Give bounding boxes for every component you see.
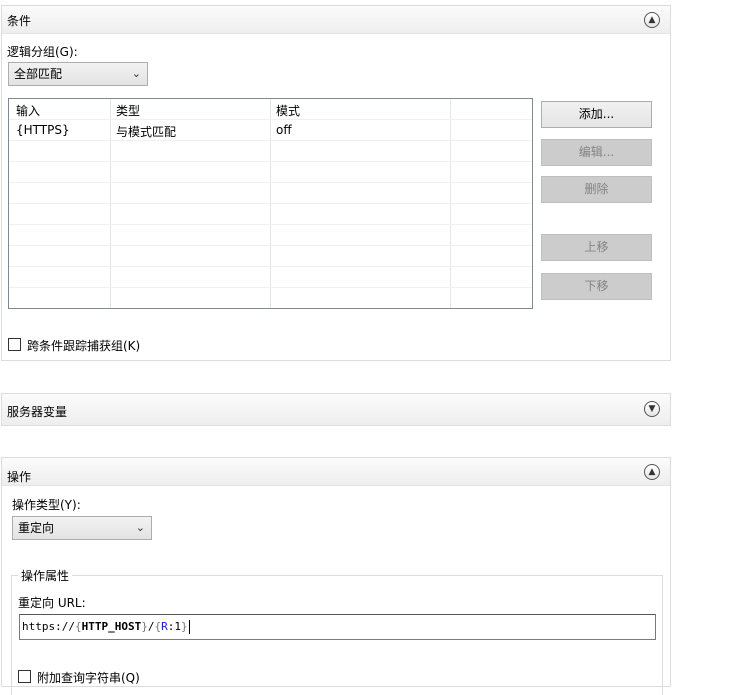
row-type: 与模式匹配: [116, 125, 177, 139]
logic-group-label: 逻辑分组(G):: [7, 45, 78, 59]
url-token: {: [74, 620, 82, 633]
text-caret: [188, 620, 190, 634]
conditions-table[interactable]: 输入 类型 模式 {HTTPS} 与模式匹配 off: [8, 98, 533, 309]
chevron-down-icon: ⌄: [135, 521, 145, 534]
column-header-input[interactable]: 输入: [16, 102, 40, 119]
server-variables-header[interactable]: 服务器变量 ▼: [2, 394, 670, 425]
action-header[interactable]: 操作 ▲: [2, 458, 670, 486]
action-properties-group: 操作属性 重定向 URL: https://{HTTP_HOST}/{R:1} …: [11, 567, 663, 695]
action-properties-legend: 操作属性: [18, 567, 73, 584]
column-header-pattern[interactable]: 模式: [276, 102, 300, 119]
delete-button[interactable]: 删除: [541, 176, 652, 203]
chevron-down-icon[interactable]: ▼: [644, 401, 660, 417]
table-empty-row: [9, 225, 532, 246]
redirect-url-label: 重定向 URL:: [18, 596, 86, 610]
row-pattern: off: [276, 123, 292, 137]
chevron-up-icon[interactable]: ▲: [644, 464, 660, 480]
table-header-row: 输入 类型 模式: [9, 99, 532, 120]
table-empty-row: [9, 288, 532, 308]
url-token: }: [141, 620, 148, 633]
append-query-label[interactable]: 附加查询字符串(Q): [37, 669, 140, 686]
server-variables-title: 服务器变量: [7, 405, 68, 419]
table-empty-row: [9, 141, 532, 162]
table-empty-row: [9, 246, 532, 267]
action-type-select[interactable]: 重定向 ⌄: [12, 516, 152, 540]
server-variables-panel: 服务器变量 ▼: [1, 393, 671, 426]
url-token: }: [180, 620, 188, 633]
add-button[interactable]: 添加...: [541, 101, 652, 128]
url-token: :1: [167, 620, 181, 633]
column-header-type[interactable]: 类型: [116, 102, 140, 119]
table-empty-row: [9, 162, 532, 183]
move-down-button[interactable]: 下移: [541, 273, 652, 300]
table-row[interactable]: {HTTPS} 与模式匹配 off: [9, 120, 532, 141]
table-empty-row: [9, 204, 532, 225]
action-type-value: 重定向: [18, 521, 55, 535]
chevron-down-icon: ⌄: [131, 67, 141, 80]
url-token: HTTP_HOST: [81, 620, 142, 633]
edit-button[interactable]: 编辑...: [541, 139, 652, 166]
action-panel: 操作 ▲ 操作类型(Y): 重定向 ⌄ 操作属性 重定向 URL: https:…: [1, 457, 671, 695]
conditions-header[interactable]: 条件 ▲: [2, 6, 670, 34]
logic-group-value: 全部匹配: [14, 67, 63, 81]
track-capture-checkbox[interactable]: [8, 338, 21, 351]
url-token: https://: [22, 620, 75, 633]
redirect-url-input[interactable]: https://{HTTP_HOST}/{R:1}: [19, 614, 656, 640]
table-empty-row: [9, 183, 532, 204]
conditions-panel: 条件 ▲ 逻辑分组(G): 全部匹配 ⌄ 输入 类型 模式 {HTTPS} 与模…: [1, 5, 671, 361]
conditions-title: 条件: [7, 14, 32, 28]
chevron-up-icon[interactable]: ▲: [644, 12, 660, 28]
action-type-label: 操作类型(Y):: [12, 498, 81, 512]
table-empty-row: [9, 267, 532, 288]
track-capture-label[interactable]: 跨条件跟踪捕获组(K): [27, 337, 140, 354]
row-input: {HTTPS}: [16, 123, 70, 137]
url-token: R: [161, 620, 168, 633]
append-query-checkbox[interactable]: [18, 670, 31, 683]
logic-group-select[interactable]: 全部匹配 ⌄: [8, 62, 148, 86]
action-title: 操作: [7, 470, 32, 484]
move-up-button[interactable]: 上移: [541, 234, 652, 261]
